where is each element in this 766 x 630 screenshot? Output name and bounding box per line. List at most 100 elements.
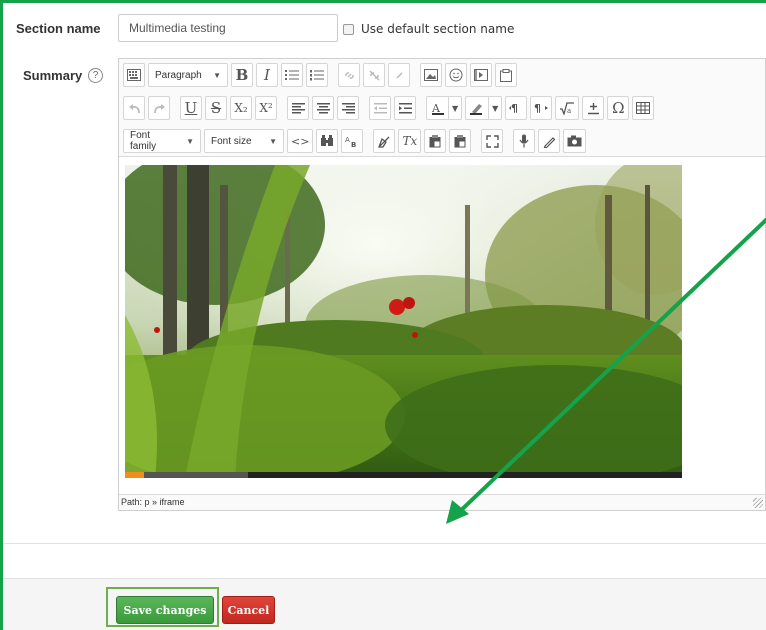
record-audio-button[interactable] xyxy=(513,129,536,153)
italic-button[interactable]: I xyxy=(256,63,278,87)
pencil-icon xyxy=(543,136,556,148)
insert-symbol-button[interactable]: Ω xyxy=(607,96,630,120)
undo-button[interactable] xyxy=(123,96,145,120)
align-center-icon xyxy=(316,102,330,113)
chevron-down-icon[interactable]: ▼ xyxy=(448,96,463,120)
fullscreen-button[interactable] xyxy=(481,129,504,153)
toolbar-toggle-button[interactable] xyxy=(123,63,145,87)
bullet-list-button[interactable] xyxy=(281,63,303,87)
subscript-button[interactable]: X₂ xyxy=(230,96,252,120)
ltr-button[interactable]: ¶ xyxy=(505,96,528,120)
help-icon[interactable]: ? xyxy=(88,68,103,83)
outdent-button[interactable] xyxy=(369,96,391,120)
align-center-button[interactable] xyxy=(312,96,334,120)
divider xyxy=(3,543,766,544)
text-color-button[interactable]: A xyxy=(426,96,448,120)
unlink-icon xyxy=(368,69,380,81)
binoculars-icon xyxy=(321,135,334,146)
svg-text:¶: ¶ xyxy=(511,102,518,114)
anchor-button[interactable] xyxy=(388,63,410,87)
align-right-icon xyxy=(341,102,355,113)
paste-word-button[interactable] xyxy=(449,129,472,153)
chevron-down-icon[interactable]: ▼ xyxy=(488,96,503,120)
insert-media-button[interactable] xyxy=(470,63,492,87)
section-name-input[interactable]: Multimedia testing xyxy=(118,14,338,42)
table-icon xyxy=(636,102,651,114)
find-replace-button[interactable] xyxy=(316,129,339,153)
smiley-icon xyxy=(449,68,463,82)
block-format-select[interactable]: Paragraph ▼ xyxy=(148,63,228,87)
spellcheck-button[interactable]: AB xyxy=(341,129,364,153)
video-progress-track[interactable] xyxy=(125,472,682,478)
superscript-button[interactable]: X² xyxy=(255,96,277,120)
toolbar-row-2: U S X₂ X² A ▼ ▼ ¶ ¶ a Ω xyxy=(123,96,655,120)
video-frame-image xyxy=(125,165,682,478)
outdent-icon xyxy=(373,102,387,113)
paste-text-button[interactable] xyxy=(424,129,447,153)
paste-word-icon xyxy=(454,134,466,147)
equation-button[interactable]: a xyxy=(555,96,580,120)
unlink-button[interactable] xyxy=(363,63,385,87)
redo-button[interactable] xyxy=(148,96,170,120)
align-left-button[interactable] xyxy=(287,96,309,120)
camera-icon xyxy=(567,135,582,147)
link-button[interactable] xyxy=(338,63,360,87)
spellcheck-icon: AB xyxy=(345,136,356,148)
resize-handle-icon[interactable] xyxy=(753,498,763,508)
indent-button[interactable] xyxy=(394,96,416,120)
html-editor: Paragraph ▼ B I U S X₂ X² A ▼ ▼ ¶ ¶ a Ω … xyxy=(118,58,766,511)
background-color-split: ▼ xyxy=(465,96,503,120)
image-icon xyxy=(424,69,438,81)
editor-path-bar: Path: p » iframe xyxy=(119,494,765,510)
cancel-button[interactable]: Cancel xyxy=(222,596,275,624)
plus-minus-icon xyxy=(587,102,599,114)
special-char-button[interactable] xyxy=(582,96,605,120)
clipboard-icon xyxy=(500,68,512,82)
redo-icon xyxy=(153,104,165,114)
manage-files-button[interactable] xyxy=(495,63,517,87)
chevron-down-icon: ▼ xyxy=(269,136,277,146)
strikethrough-button[interactable]: S xyxy=(205,96,227,120)
toolbar-row-1: Paragraph ▼ B I xyxy=(123,63,517,87)
undo-icon xyxy=(128,104,140,114)
numbered-list-icon xyxy=(310,70,324,81)
svg-text:a: a xyxy=(567,107,571,115)
chevron-down-icon: ▼ xyxy=(186,136,194,146)
underline-button[interactable]: U xyxy=(180,96,202,120)
font-size-select[interactable]: Font size ▼ xyxy=(204,129,284,153)
film-icon xyxy=(474,69,488,81)
use-default-checkbox[interactable] xyxy=(343,24,354,35)
align-right-button[interactable] xyxy=(337,96,359,120)
record-video-button[interactable] xyxy=(563,129,587,153)
clear-format-button[interactable]: Tx xyxy=(398,129,422,153)
ltr-icon: ¶ xyxy=(509,102,518,114)
embedded-video[interactable] xyxy=(125,165,682,478)
text-color-icon: A xyxy=(431,102,444,115)
numbered-list-button[interactable] xyxy=(306,63,328,87)
chevron-down-icon: ▼ xyxy=(213,70,221,80)
insert-image-button[interactable] xyxy=(420,63,442,87)
summary-label: Summary xyxy=(23,68,83,83)
svg-text:¶: ¶ xyxy=(534,102,541,114)
rtl-icon: ¶ xyxy=(534,102,549,114)
keyboard-icon xyxy=(127,69,141,81)
font-family-select[interactable]: Font family ▼ xyxy=(123,129,201,153)
text-color-split: A ▼ xyxy=(426,96,463,120)
insert-table-button[interactable] xyxy=(632,96,655,120)
rtl-button[interactable]: ¶ xyxy=(530,96,553,120)
save-changes-button[interactable]: Save changes xyxy=(116,596,214,624)
font-family-value: Font family xyxy=(130,130,157,152)
editor-path-text: Path: p » iframe xyxy=(121,497,185,507)
draw-button[interactable] xyxy=(538,129,561,153)
source-code-button[interactable]: <> xyxy=(287,129,314,153)
background-color-button[interactable] xyxy=(465,96,489,120)
bullet-list-icon xyxy=(285,70,299,80)
use-default-label[interactable]: Use default section name xyxy=(361,22,514,36)
emoticon-button[interactable] xyxy=(445,63,467,87)
align-left-icon xyxy=(291,102,305,113)
bold-button[interactable]: B xyxy=(231,63,253,87)
clean-html-button[interactable] xyxy=(373,129,396,153)
broom-icon xyxy=(378,136,390,148)
fullscreen-icon xyxy=(486,134,499,148)
link-icon xyxy=(344,71,354,79)
